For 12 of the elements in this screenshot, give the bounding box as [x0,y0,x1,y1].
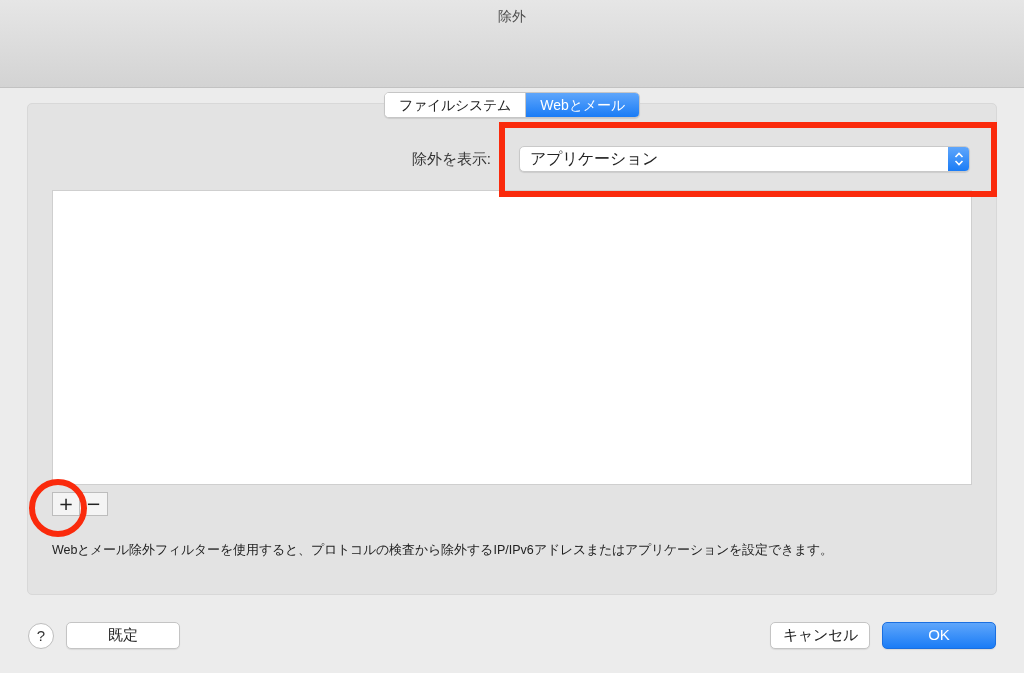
tab[interactable]: ファイルシステム [385,93,526,117]
filter-dropdown[interactable]: アプリケーション [519,146,970,172]
dialog-button[interactable]: 既定 [66,622,180,649]
add-button[interactable]: + [52,492,80,516]
window-title: 除外 [498,7,526,24]
highlight-circle [29,479,87,537]
description-text: Webとメール除外フィルターを使用すると、プロトコルの検査から除外するIP/IPv6アドレスまたはアプリケーションを設定できます。 [52,542,834,559]
filter-label: 除外を表示: [411,148,491,169]
exclusion-list[interactable] [52,190,972,485]
help-button[interactable]: ? [28,622,54,649]
up-down-chevron-icon [953,151,964,167]
dialog-button[interactable]: キャンセル [770,622,870,649]
